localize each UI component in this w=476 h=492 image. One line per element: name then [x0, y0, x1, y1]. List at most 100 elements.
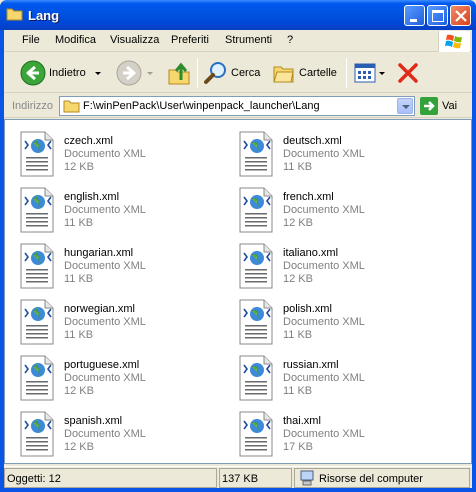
file-item[interactable]: english.xml Documento XML 11 KB [17, 185, 227, 235]
file-size: 11 KB [283, 385, 313, 397]
menu-modifica[interactable]: Modifica [55, 34, 96, 46]
folder-icon [63, 100, 80, 113]
minimize-icon [410, 19, 417, 22]
delete-button[interactable] [396, 56, 420, 90]
back-label: Indietro [49, 67, 86, 79]
file-item[interactable]: thai.xml Documento XML 17 KB [236, 409, 446, 459]
views-dropdown-icon [379, 71, 385, 75]
file-item[interactable]: french.xml Documento XML 12 KB [236, 185, 446, 235]
status-object-count: Oggetti: 12 [4, 468, 217, 488]
file-size: 11 KB [64, 329, 94, 341]
file-name: czech.xml [64, 135, 113, 147]
file-size: 17 KB [283, 441, 313, 453]
file-type: Documento XML [283, 428, 365, 440]
file-name: hungarian.xml [64, 247, 134, 259]
folders-button[interactable]: Cartelle [272, 56, 337, 90]
toolbar-separator [197, 58, 198, 88]
file-size: 11 KB [283, 161, 313, 173]
search-icon [204, 62, 226, 84]
xml-file-icon [239, 187, 273, 233]
file-name: polish.xml [283, 303, 332, 315]
file-item[interactable]: deutsch.xml Documento XML 11 KB [236, 129, 446, 179]
file-list[interactable]: czech.xml Documento XML 12 KB deutsch.xm… [4, 119, 472, 464]
xml-file-icon [239, 299, 273, 345]
file-item[interactable]: norwegian.xml Documento XML 11 KB [17, 297, 227, 347]
back-dropdown-icon[interactable] [94, 71, 101, 75]
menu-strumenti[interactable]: Strumenti [225, 34, 272, 46]
file-size: 11 KB [64, 273, 94, 285]
toolbar: Indietro Cerca Cartelle [4, 53, 472, 93]
back-button[interactable]: Indietro [20, 56, 101, 90]
folders-label: Cartelle [299, 67, 337, 79]
forward-button[interactable] [116, 56, 153, 90]
file-name: thai.xml [283, 415, 321, 427]
xml-file-icon [20, 243, 54, 289]
minimize-button[interactable] [404, 5, 425, 26]
file-item[interactable]: hungarian.xml Documento XML 11 KB [17, 241, 227, 291]
file-name: spanish.xml [64, 415, 123, 427]
toolbar-separator [346, 58, 347, 88]
folders-icon [273, 66, 294, 83]
go-button[interactable]: Vai [420, 97, 457, 115]
xml-file-icon [20, 355, 54, 401]
file-size: 11 KB [283, 329, 313, 341]
xml-file-icon [20, 187, 54, 233]
address-label: Indirizzo [12, 100, 53, 112]
back-arrow-icon [20, 60, 46, 86]
file-name: norwegian.xml [64, 303, 135, 315]
address-path: F:\winPenPack\User\winpenpack_launcher\L… [83, 100, 320, 112]
file-item[interactable]: russian.xml Documento XML 11 KB [236, 353, 446, 403]
file-type: Documento XML [64, 372, 146, 384]
file-type: Documento XML [64, 428, 146, 440]
menu-preferiti[interactable]: Preferiti [171, 34, 209, 46]
file-name: russian.xml [283, 359, 339, 371]
file-name: italiano.xml [283, 247, 339, 259]
file-name: deutsch.xml [283, 135, 342, 147]
file-name: english.xml [64, 191, 120, 203]
file-item[interactable]: czech.xml Documento XML 12 KB [17, 129, 227, 179]
address-dropdown-icon[interactable] [397, 98, 413, 114]
file-size: 12 KB [283, 217, 313, 229]
file-type: Documento XML [64, 148, 146, 160]
xml-file-icon [239, 131, 273, 177]
maximize-icon [432, 10, 444, 22]
search-label: Cerca [231, 67, 261, 79]
explorer-window: Lang File Modifica Visualizza Preferiti … [0, 0, 476, 492]
maximize-button[interactable] [427, 5, 448, 26]
file-item[interactable]: italiano.xml Documento XML 12 KB [236, 241, 446, 291]
status-zone: Risorse del computer [294, 468, 470, 488]
file-size: 12 KB [64, 441, 94, 453]
title-bar[interactable]: Lang [0, 0, 476, 30]
address-input[interactable]: F:\winPenPack\User\winpenpack_launcher\L… [59, 96, 415, 116]
file-name: french.xml [283, 191, 334, 203]
file-item[interactable]: spanish.xml Documento XML 12 KB [17, 409, 227, 459]
file-type: Documento XML [283, 204, 365, 216]
xml-file-icon [20, 411, 54, 457]
menu-file[interactable]: File [22, 34, 40, 46]
file-type: Documento XML [64, 260, 146, 272]
window-frame: File Modifica Visualizza Preferiti Strum… [4, 30, 472, 488]
search-button[interactable]: Cerca [204, 56, 260, 90]
file-item[interactable]: polish.xml Documento XML 11 KB [236, 297, 446, 347]
file-type: Documento XML [283, 316, 365, 328]
up-folder-icon [168, 62, 190, 85]
forward-dropdown-icon[interactable] [147, 71, 153, 75]
views-button[interactable] [354, 56, 385, 90]
forward-arrow-icon [116, 60, 142, 86]
file-size: 12 KB [64, 385, 94, 397]
file-type: Documento XML [283, 148, 365, 160]
file-item[interactable]: portuguese.xml Documento XML 12 KB [17, 353, 227, 403]
status-zone-label: Risorse del computer [319, 473, 423, 485]
menu-visualizza[interactable]: Visualizza [110, 34, 159, 46]
up-folder-button[interactable] [167, 56, 191, 90]
go-arrow-icon [420, 97, 438, 115]
folder-icon [6, 8, 23, 21]
views-icon [354, 63, 376, 83]
xml-file-icon [20, 131, 54, 177]
xml-file-icon [239, 243, 273, 289]
close-button[interactable] [450, 5, 471, 26]
menu-help[interactable]: ? [287, 34, 293, 46]
xml-file-icon [20, 299, 54, 345]
computer-icon [300, 470, 314, 486]
file-type: Documento XML [64, 204, 146, 216]
